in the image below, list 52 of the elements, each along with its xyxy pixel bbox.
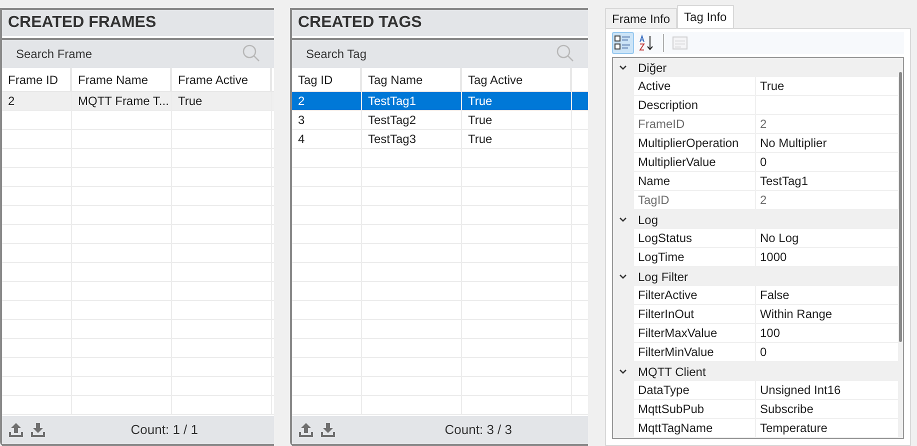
tab[interactable]: Tag Info (677, 5, 734, 28)
table-cell: 2 (2, 92, 72, 110)
category-header[interactable]: Diğer (613, 58, 898, 77)
property-row[interactable]: FilterMaxValue 100 (613, 324, 898, 343)
property-row[interactable]: Description (613, 96, 898, 115)
table-cell: True (462, 130, 572, 148)
property-row[interactable]: MqttSubPub Subscribe (613, 400, 898, 419)
upload-icon[interactable] (298, 422, 314, 438)
property-row[interactable]: MqttTagName Temperature (613, 419, 898, 438)
table-row[interactable]: 2 MQTT Frame T... True (2, 92, 274, 111)
table-row[interactable]: 3 TestTag2 True (292, 111, 588, 130)
property-row[interactable]: FilterMinValue 0 (613, 343, 898, 362)
table-cell: MQTT Frame T... (72, 92, 172, 110)
property-row[interactable]: Name TestTag1 (613, 172, 898, 191)
property-row[interactable]: Active True (613, 77, 898, 96)
scrollbar-thumb[interactable] (899, 72, 902, 342)
upload-icon[interactable] (8, 422, 24, 438)
property-row[interactable]: LogStatus No Log (613, 229, 898, 248)
property-row[interactable]: FilterActive False (613, 286, 898, 305)
property-row[interactable]: DataType Unsigned Int16 (613, 381, 898, 400)
panel-title: CREATED FRAMES (2, 8, 274, 36)
count-label: Count: 3 / 3 (444, 421, 512, 440)
download-icon[interactable] (30, 422, 46, 438)
table-cell: True (172, 92, 272, 110)
property-row[interactable]: LogTime 1000 (613, 248, 898, 267)
caret-icon[interactable] (619, 368, 627, 374)
table-row[interactable]: 4 TestTag3 True (292, 130, 588, 149)
property-row[interactable]: MultiplierValue 0 (613, 153, 898, 172)
count-label: Count: 1 / 1 (130, 421, 198, 440)
search-field[interactable]: Search Frame (2, 38, 274, 68)
caret-icon[interactable] (619, 216, 627, 222)
table-cell: TestTag3 (362, 130, 462, 148)
download-icon[interactable] (320, 422, 336, 438)
caret-icon[interactable] (619, 64, 627, 70)
table-cell: TestTag2 (362, 111, 462, 129)
table-cell: True (462, 92, 572, 110)
table-cell: 2 (292, 92, 362, 110)
table-cell: 3 (292, 111, 362, 129)
table-row[interactable]: 2 TestTag1 True (292, 92, 588, 111)
caret-icon[interactable] (619, 274, 627, 280)
tab[interactable]: Frame Info (605, 8, 678, 28)
category-header[interactable]: Log (613, 210, 898, 229)
property-row[interactable]: FilterInOut Within Range (613, 305, 898, 324)
property-row[interactable]: MultiplierOperation No Multiplier (613, 134, 898, 153)
table-cell: True (462, 111, 572, 129)
category-header[interactable]: Log Filter (613, 267, 898, 286)
panel-title: CREATED TAGS (292, 8, 588, 36)
category-header[interactable]: MQTT Client (613, 362, 898, 381)
categorized-list-icon[interactable] (612, 32, 634, 54)
table-cell: TestTag1 (362, 92, 462, 110)
table-cell: 4 (292, 130, 362, 148)
search-field[interactable]: Search Tag (292, 38, 588, 68)
